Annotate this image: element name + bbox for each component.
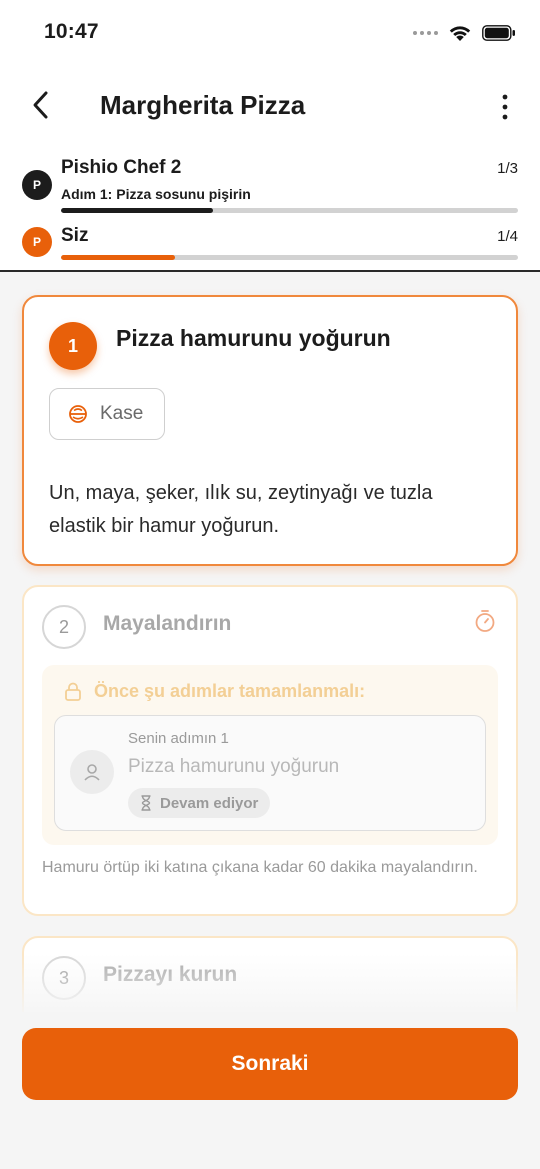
chef-name: Pishio Chef 2	[61, 157, 182, 178]
prerequisite-name: Pizza hamurunu yoğurun	[128, 756, 340, 777]
avatar	[70, 750, 114, 794]
chef-progress-bar	[61, 208, 518, 213]
person-icon	[84, 764, 100, 781]
step-title: Pizzayı kurun	[103, 963, 238, 986]
timer-icon	[475, 610, 495, 632]
self-name: Siz	[61, 225, 89, 246]
chef-step-count: 1/3	[497, 160, 518, 177]
step-number-badge: 1	[49, 322, 97, 370]
step-card-locked[interactable]: 3 Pizzayı kurun	[22, 936, 518, 1014]
hourglass-icon	[141, 795, 151, 811]
lock-icon	[65, 682, 81, 701]
next-button[interactable]: Sonraki	[22, 1028, 518, 1100]
status-label: Devam ediyor	[160, 794, 259, 812]
steps-list[interactable]: 1 Pizza hamurunu yoğurun Kase Un, maya, …	[0, 274, 540, 1014]
prerequisite-header: Önce şu adımlar tamamlanmalı:	[64, 681, 365, 702]
self-progress-fill	[61, 255, 176, 260]
tool-chip[interactable]: Kase	[49, 388, 165, 440]
step-card-active[interactable]: 1 Pizza hamurunu yoğurun Kase Un, maya, …	[22, 295, 518, 566]
page-title: Margherita Pizza	[100, 90, 306, 120]
chef-avatar: P	[22, 170, 52, 200]
footer: Sonraki	[0, 1012, 540, 1169]
step-description: Hamuru örtüp iki katına çıkana kadar 60 …	[42, 859, 478, 876]
wifi-icon	[449, 26, 471, 41]
prerequisite-item[interactable]: Senin adımın 1 Pizza hamurunu yoğurun De…	[54, 715, 486, 831]
step-card-locked[interactable]: 2 Mayalandırın Önce şu adımlar tamamlanm…	[22, 585, 518, 916]
chef-current-step: Adım 1: Pizza sosunu pişirin	[61, 186, 251, 202]
prerequisite-box: Önce şu adımlar tamamlanmalı: Senin adım…	[42, 665, 498, 845]
back-button[interactable]	[24, 88, 58, 122]
step-number-badge: 2	[42, 605, 86, 649]
status-bar: 10:47	[0, 0, 540, 70]
self-progress-bar	[61, 255, 518, 260]
self-step-count: 1/4	[497, 228, 518, 245]
battery-icon	[482, 25, 515, 41]
status-time: 10:47	[44, 20, 99, 43]
more-options-button[interactable]	[490, 90, 520, 124]
bowl-icon	[69, 405, 87, 423]
nav-bar: Margherita Pizza	[0, 70, 540, 144]
step-description: Un, maya, şeker, ılık su, zeytinyağı ve …	[49, 482, 433, 537]
chevron-left-icon	[33, 91, 48, 119]
tool-label: Kase	[100, 403, 144, 424]
more-vertical-icon	[502, 94, 508, 120]
step-title: Mayalandırın	[103, 612, 232, 635]
step-number-badge: 3	[42, 956, 86, 1000]
chef-progress-fill	[61, 208, 214, 213]
signal-icon	[413, 31, 438, 35]
participants-progress: P Pishio Chef 2 1/3 Adım 1: Pizza sosunu…	[0, 144, 540, 272]
step-title: Pizza hamurunu yoğurun	[116, 325, 391, 351]
status-badge: Devam ediyor	[128, 788, 271, 818]
status-icons	[413, 24, 516, 42]
self-avatar: P	[22, 227, 52, 257]
prerequisite-subtitle: Senin adımın 1	[128, 730, 229, 747]
prerequisite-title: Önce şu adımlar tamamlanmalı:	[94, 681, 366, 701]
